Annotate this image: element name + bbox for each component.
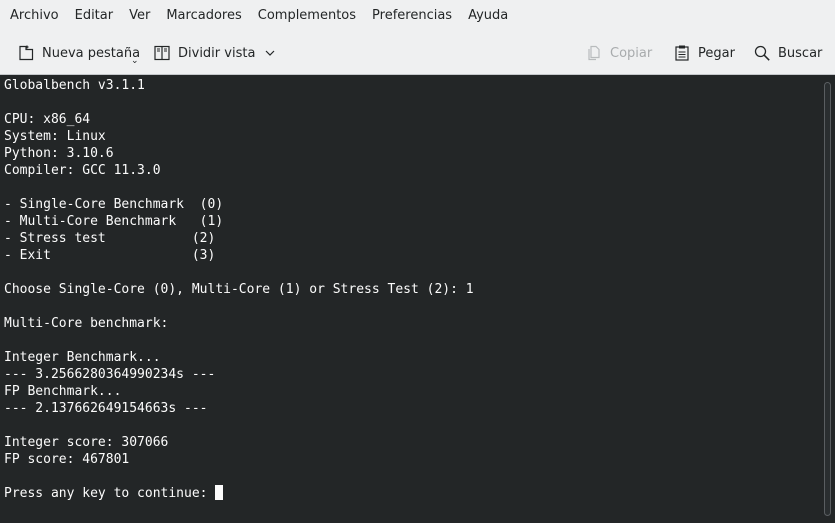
chevron-down-icon[interactable] [264, 47, 276, 59]
terminal-line: FP score: 467801 [4, 452, 130, 467]
menu-ver[interactable]: Ver [121, 0, 158, 31]
terminal-line: - Single-Core Benchmark (0) [4, 197, 224, 212]
terminal-line: FP Benchmark... [4, 384, 122, 399]
terminal-prompt: Press any key to continue: [4, 486, 216, 501]
find-button[interactable]: Buscar [753, 31, 822, 75]
paste-label: Pegar [698, 45, 735, 61]
terminal-line: Compiler: GCC 11.3.0 [4, 163, 161, 178]
terminal-line: - Stress test (2) [4, 231, 216, 246]
new-tab-icon [17, 44, 35, 62]
terminal-line: Integer score: 307066 [4, 435, 169, 450]
split-view-button[interactable]: Dividir vista [153, 31, 276, 75]
toolbar: Nueva pestaña ⌄ Dividir vista Copiar Peg… [0, 31, 835, 75]
menu-archivo[interactable]: Archivo [2, 0, 67, 31]
terminal-line: Multi-Core benchmark: [4, 316, 169, 331]
terminal-line: Globalbench v3.1.1 [4, 78, 145, 93]
terminal-lines: Globalbench v3.1.1 CPU: x86_64 System: L… [4, 78, 474, 467]
search-icon [753, 44, 771, 62]
terminal-view[interactable]: Globalbench v3.1.1 CPU: x86_64 System: L… [0, 76, 835, 523]
split-view-label: Dividir vista [178, 45, 256, 61]
terminal-line: --- 2.137662649154663s --- [4, 401, 208, 416]
terminal-cursor [215, 485, 224, 500]
copy-button[interactable]: Copiar [585, 31, 652, 75]
terminal-line: Choose Single-Core (0), Multi-Core (1) o… [4, 282, 474, 297]
menu-bar: Archivo Editar Ver Marcadores Complement… [0, 0, 835, 31]
menu-editar[interactable]: Editar [67, 0, 122, 31]
menu-marcadores[interactable]: Marcadores [158, 0, 249, 31]
split-view-icon [153, 44, 171, 62]
new-tab-button[interactable]: Nueva pestaña [17, 31, 140, 75]
terminal-line: --- 3.2566280364990234s --- [4, 367, 216, 382]
terminal-line: System: Linux [4, 129, 106, 144]
paste-button[interactable]: Pegar [673, 31, 735, 75]
terminal-line: - Exit (3) [4, 248, 216, 263]
terminal-line: Python: 3.10.6 [4, 146, 114, 161]
new-tab-menu-chevron-icon[interactable]: ⌄ [131, 56, 139, 66]
new-tab-label: Nueva pestaña [42, 45, 141, 61]
menu-complementos[interactable]: Complementos [250, 0, 364, 31]
terminal-line: Integer Benchmark... [4, 350, 161, 365]
copy-label: Copiar [610, 45, 653, 61]
menu-preferencias[interactable]: Preferencias [364, 0, 460, 31]
find-label: Buscar [778, 45, 823, 61]
terminal-output: Globalbench v3.1.1 CPU: x86_64 System: L… [4, 77, 474, 502]
terminal-line: CPU: x86_64 [4, 112, 91, 127]
terminal-line: - Multi-Core Benchmark (1) [4, 214, 224, 229]
menu-ayuda[interactable]: Ayuda [460, 0, 516, 31]
paste-icon [673, 44, 691, 62]
copy-icon [585, 44, 603, 62]
terminal-scrollbar[interactable] [824, 82, 831, 516]
